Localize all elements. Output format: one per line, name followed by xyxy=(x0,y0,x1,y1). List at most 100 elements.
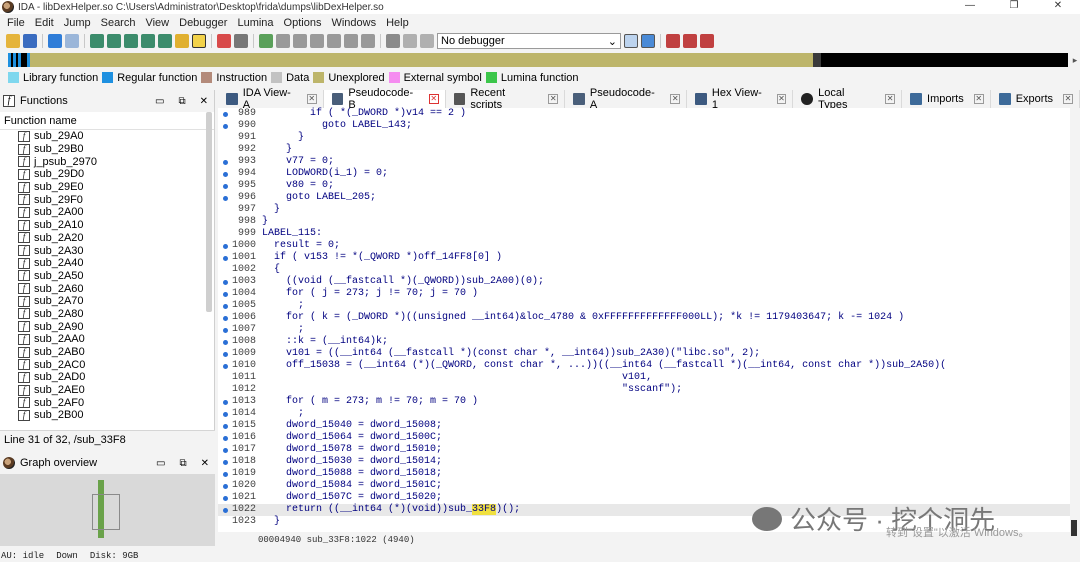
function-list-item[interactable]: f sub_2AB0 xyxy=(0,346,214,359)
menu-view[interactable]: View xyxy=(140,17,174,29)
code-line[interactable]: 1006 for ( k = (_DWORD *)((unsigned __in… xyxy=(218,312,1070,324)
graph-viewport-box[interactable] xyxy=(92,494,120,530)
float-panel-icon[interactable]: ⧉ xyxy=(179,458,186,469)
code-line[interactable]: 989 if ( *(_DWORD *)v14 == 2 ) xyxy=(218,108,1070,120)
code-line[interactable]: 1011 v101, xyxy=(218,372,1070,384)
breakpoints-icon[interactable] xyxy=(666,34,680,48)
step-icon[interactable] xyxy=(624,34,638,48)
function-list-item[interactable]: f sub_29A0 xyxy=(0,130,214,143)
list-icon[interactable] xyxy=(276,34,290,48)
code-line[interactable]: 999 LABEL_115: xyxy=(218,228,1070,240)
code-line[interactable]: 1008 ::k = (__int64)k; xyxy=(218,336,1070,348)
tab-pseudocode-a[interactable]: Pseudocode-A ✕ xyxy=(565,87,688,111)
function-list-item[interactable]: f sub_2AD0 xyxy=(0,371,214,384)
tracing-icon[interactable] xyxy=(683,34,697,48)
function-list-item[interactable]: f sub_2A80 xyxy=(0,308,214,321)
code-line[interactable]: 997 } xyxy=(218,204,1070,216)
function-list-item[interactable]: f sub_2B00 xyxy=(0,409,214,422)
script-icon[interactable] xyxy=(234,34,248,48)
function-list-item[interactable]: f sub_2A40 xyxy=(0,257,214,270)
code-line[interactable]: 1012 "sscanf"); xyxy=(218,384,1070,396)
function-list-item[interactable]: f sub_2AF0 xyxy=(0,396,214,409)
close-tab-icon[interactable]: ✕ xyxy=(885,94,896,104)
tool-icon[interactable] xyxy=(344,34,358,48)
menu-lumina[interactable]: Lumina xyxy=(232,17,278,29)
stop-debug-icon[interactable] xyxy=(420,34,434,48)
function-list-item[interactable]: f sub_2A60 xyxy=(0,282,214,295)
maximize-button[interactable]: ❐ xyxy=(992,0,1036,14)
functions-scrollbar[interactable] xyxy=(206,112,212,312)
code-line[interactable]: 1003 ((void (__fastcall *)(_QWORD))sub_2… xyxy=(218,276,1070,288)
code-line[interactable]: 998} xyxy=(218,216,1070,228)
align-icon[interactable] xyxy=(158,34,172,48)
code-line[interactable]: 1013 for ( m = 273; m != 70; m = 70 ) xyxy=(218,396,1070,408)
menu-help[interactable]: Help xyxy=(381,17,414,29)
minimize-button[interactable]: — xyxy=(948,0,992,14)
code-line[interactable]: 990 goto LABEL_143; xyxy=(218,120,1070,132)
tab-pseudocode-b[interactable]: Pseudocode-B ✕ xyxy=(323,87,446,111)
close-button[interactable]: ✕ xyxy=(1036,0,1080,14)
code-line[interactable]: 1007 ; xyxy=(218,324,1070,336)
image-icon[interactable] xyxy=(217,34,231,48)
open-icon[interactable] xyxy=(6,34,20,48)
pseudocode-scrollbar[interactable] xyxy=(1071,520,1077,536)
code-line[interactable]: 1000 result = 0; xyxy=(218,240,1070,252)
code-line[interactable]: 1005 ; xyxy=(218,300,1070,312)
code-line[interactable]: 1002 { xyxy=(218,264,1070,276)
save-icon[interactable] xyxy=(23,34,37,48)
minimize-panel-icon[interactable]: ▭ xyxy=(155,96,164,107)
forward-icon[interactable] xyxy=(65,34,79,48)
code-icon[interactable] xyxy=(107,34,121,48)
function-list-item[interactable]: f sub_2A50 xyxy=(0,270,214,283)
function-list-item[interactable]: f sub_2A20 xyxy=(0,232,214,245)
menu-jump[interactable]: Jump xyxy=(59,17,96,29)
tab-imports[interactable]: Imports ✕ xyxy=(902,90,991,108)
close-panel-icon[interactable]: ✕ xyxy=(201,458,209,469)
step-into-icon[interactable] xyxy=(641,34,655,48)
close-tab-icon[interactable]: ✕ xyxy=(973,94,984,104)
function-list-item[interactable]: f sub_29B0 xyxy=(0,143,214,156)
function-list-item[interactable]: f sub_29F0 xyxy=(0,193,214,206)
menu-debugger[interactable]: Debugger xyxy=(174,17,232,29)
tab-recent-scripts[interactable]: Recent scripts ✕ xyxy=(446,87,566,111)
code-line[interactable]: 1010 off_15038 = (__int64 (*)(_QWORD, co… xyxy=(218,360,1070,372)
function-list-item[interactable]: f sub_2AA0 xyxy=(0,333,214,346)
code-line[interactable]: 1014 ; xyxy=(218,408,1070,420)
data-icon[interactable] xyxy=(124,34,138,48)
function-list-item[interactable]: f sub_2AE0 xyxy=(0,384,214,397)
menu-options[interactable]: Options xyxy=(279,17,327,29)
debugger-select[interactable]: No debugger ⌄ xyxy=(437,33,621,49)
close-panel-icon[interactable]: ✕ xyxy=(200,96,208,107)
close-tab-icon[interactable]: ✕ xyxy=(776,94,787,104)
struct-icon[interactable] xyxy=(141,34,155,48)
stop-icon[interactable] xyxy=(327,34,341,48)
minimize-panel-icon[interactable]: ▭ xyxy=(156,458,165,469)
function-list-item[interactable]: f sub_2AC0 xyxy=(0,358,214,371)
menu-windows[interactable]: Windows xyxy=(326,17,381,29)
function-list-item[interactable]: f sub_29E0 xyxy=(0,181,214,194)
code-line[interactable]: 1019 dword_15088 = dword_15018; xyxy=(218,468,1070,480)
clear-icon[interactable] xyxy=(361,34,375,48)
code-line[interactable]: 1016 dword_15064 = dword_1500C; xyxy=(218,432,1070,444)
close-tab-icon[interactable]: ✕ xyxy=(1063,94,1073,104)
graph-overview-canvas[interactable] xyxy=(0,474,215,546)
navigation-band[interactable]: ▸ xyxy=(4,53,1077,67)
code-line[interactable]: 995 v80 = 0; xyxy=(218,180,1070,192)
xref-icon[interactable] xyxy=(310,34,324,48)
code-line[interactable]: 991 } xyxy=(218,132,1070,144)
navband-scroll-icon[interactable]: ▸ xyxy=(1070,53,1080,67)
code-line[interactable]: 1009 v101 = ((__int64 (__fastcall *)(con… xyxy=(218,348,1070,360)
menu-edit[interactable]: Edit xyxy=(30,17,59,29)
watch-icon[interactable] xyxy=(700,34,714,48)
close-tab-icon[interactable]: ✕ xyxy=(548,94,559,104)
function-list-item[interactable]: f j_psub_2970 xyxy=(0,155,214,168)
tab-local-types[interactable]: Local Types ✕ xyxy=(793,87,903,111)
segments-icon[interactable] xyxy=(293,34,307,48)
close-tab-icon[interactable]: ✕ xyxy=(670,94,681,104)
graph-icon[interactable] xyxy=(259,34,273,48)
code-line[interactable]: 1018 dword_15030 = dword_15014; xyxy=(218,456,1070,468)
pause-icon[interactable] xyxy=(403,34,417,48)
jump-icon[interactable] xyxy=(175,34,189,48)
close-tab-icon[interactable]: ✕ xyxy=(306,94,317,104)
pseudocode-view[interactable]: 989 if ( *(_DWORD *)v14 == 2 ) 990 goto L… xyxy=(218,108,1070,532)
